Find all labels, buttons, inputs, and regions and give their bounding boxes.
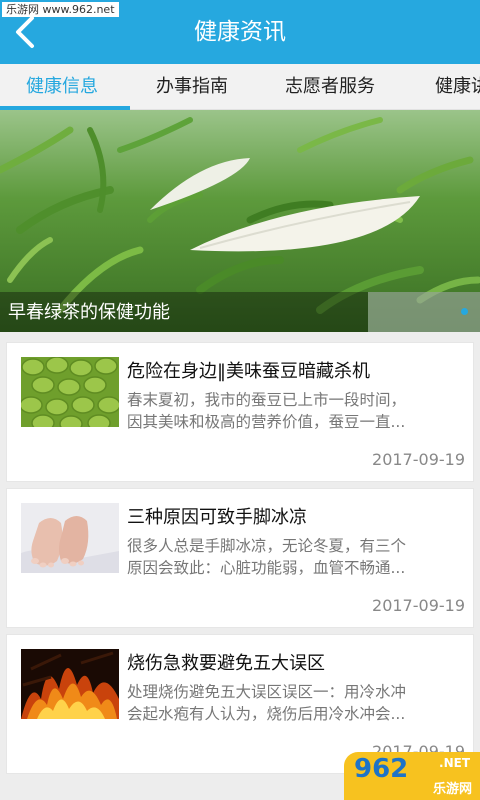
featured-banner[interactable]: 早春绿茶的保健功能 xyxy=(0,110,480,332)
tab-health-lecture[interactable]: 健康讲 xyxy=(435,64,480,109)
logo-number: 962 xyxy=(354,754,409,784)
banner-caption: 早春绿茶的保健功能 xyxy=(8,302,170,323)
article-date: 2017-09-19 xyxy=(372,596,465,615)
tab-service-guide[interactable]: 办事指南 xyxy=(156,64,228,109)
article-summary-line: 会起水疱有人认为，烧伤后用冷水冲会... xyxy=(127,705,406,723)
tab-volunteer-service[interactable]: 志愿者服务 xyxy=(285,64,375,109)
article-card[interactable]: 三种原因可致手脚冰凉 很多人总是手脚冰凉，无论冬夏，有三个 原因会致此：心脏功能… xyxy=(6,488,474,628)
site-logo-watermark: 962 .NET 乐游网 xyxy=(344,752,480,800)
app-header: 健康资讯 乐游网 www.962.net xyxy=(0,0,480,64)
article-summary-line: 处理烧伤避免五大误区误区一：用冷水冲 xyxy=(127,683,407,701)
fire-image xyxy=(21,649,119,719)
article-card[interactable]: 危险在身边‖美味蚕豆暗藏杀机 春末夏初，我市的蚕豆已上市一段时间， 因其美味和极… xyxy=(6,342,474,482)
article-summary-line: 春末夏初，我市的蚕豆已上市一段时间， xyxy=(127,391,407,409)
broad-beans-image xyxy=(21,357,119,427)
tab-health-info[interactable]: 健康信息 xyxy=(26,64,98,109)
banner-page-dot[interactable] xyxy=(461,308,468,315)
article-summary-line: 很多人总是手脚冰凉，无论冬夏，有三个 xyxy=(127,537,407,555)
article-title: 三种原因可致手脚冰凉 xyxy=(127,507,307,528)
article-summary-line: 因其美味和极高的营养价值，蚕豆一直... xyxy=(127,413,406,431)
watermark-label: 乐游网 www.962.net xyxy=(2,2,119,17)
article-title: 烧伤急救要避免五大误区 xyxy=(127,653,325,674)
category-tabs: 健康信息 办事指南 志愿者服务 健康讲 xyxy=(0,64,480,110)
logo-domain-suffix: .NET xyxy=(439,756,470,770)
article-summary-line: 原因会致此：心脏功能弱，血管不畅通... xyxy=(127,559,406,577)
article-date: 2017-09-19 xyxy=(372,450,465,469)
feet-image xyxy=(21,503,119,573)
article-title: 危险在身边‖美味蚕豆暗藏杀机 xyxy=(127,361,370,382)
logo-site-name: 乐游网 xyxy=(432,782,472,797)
